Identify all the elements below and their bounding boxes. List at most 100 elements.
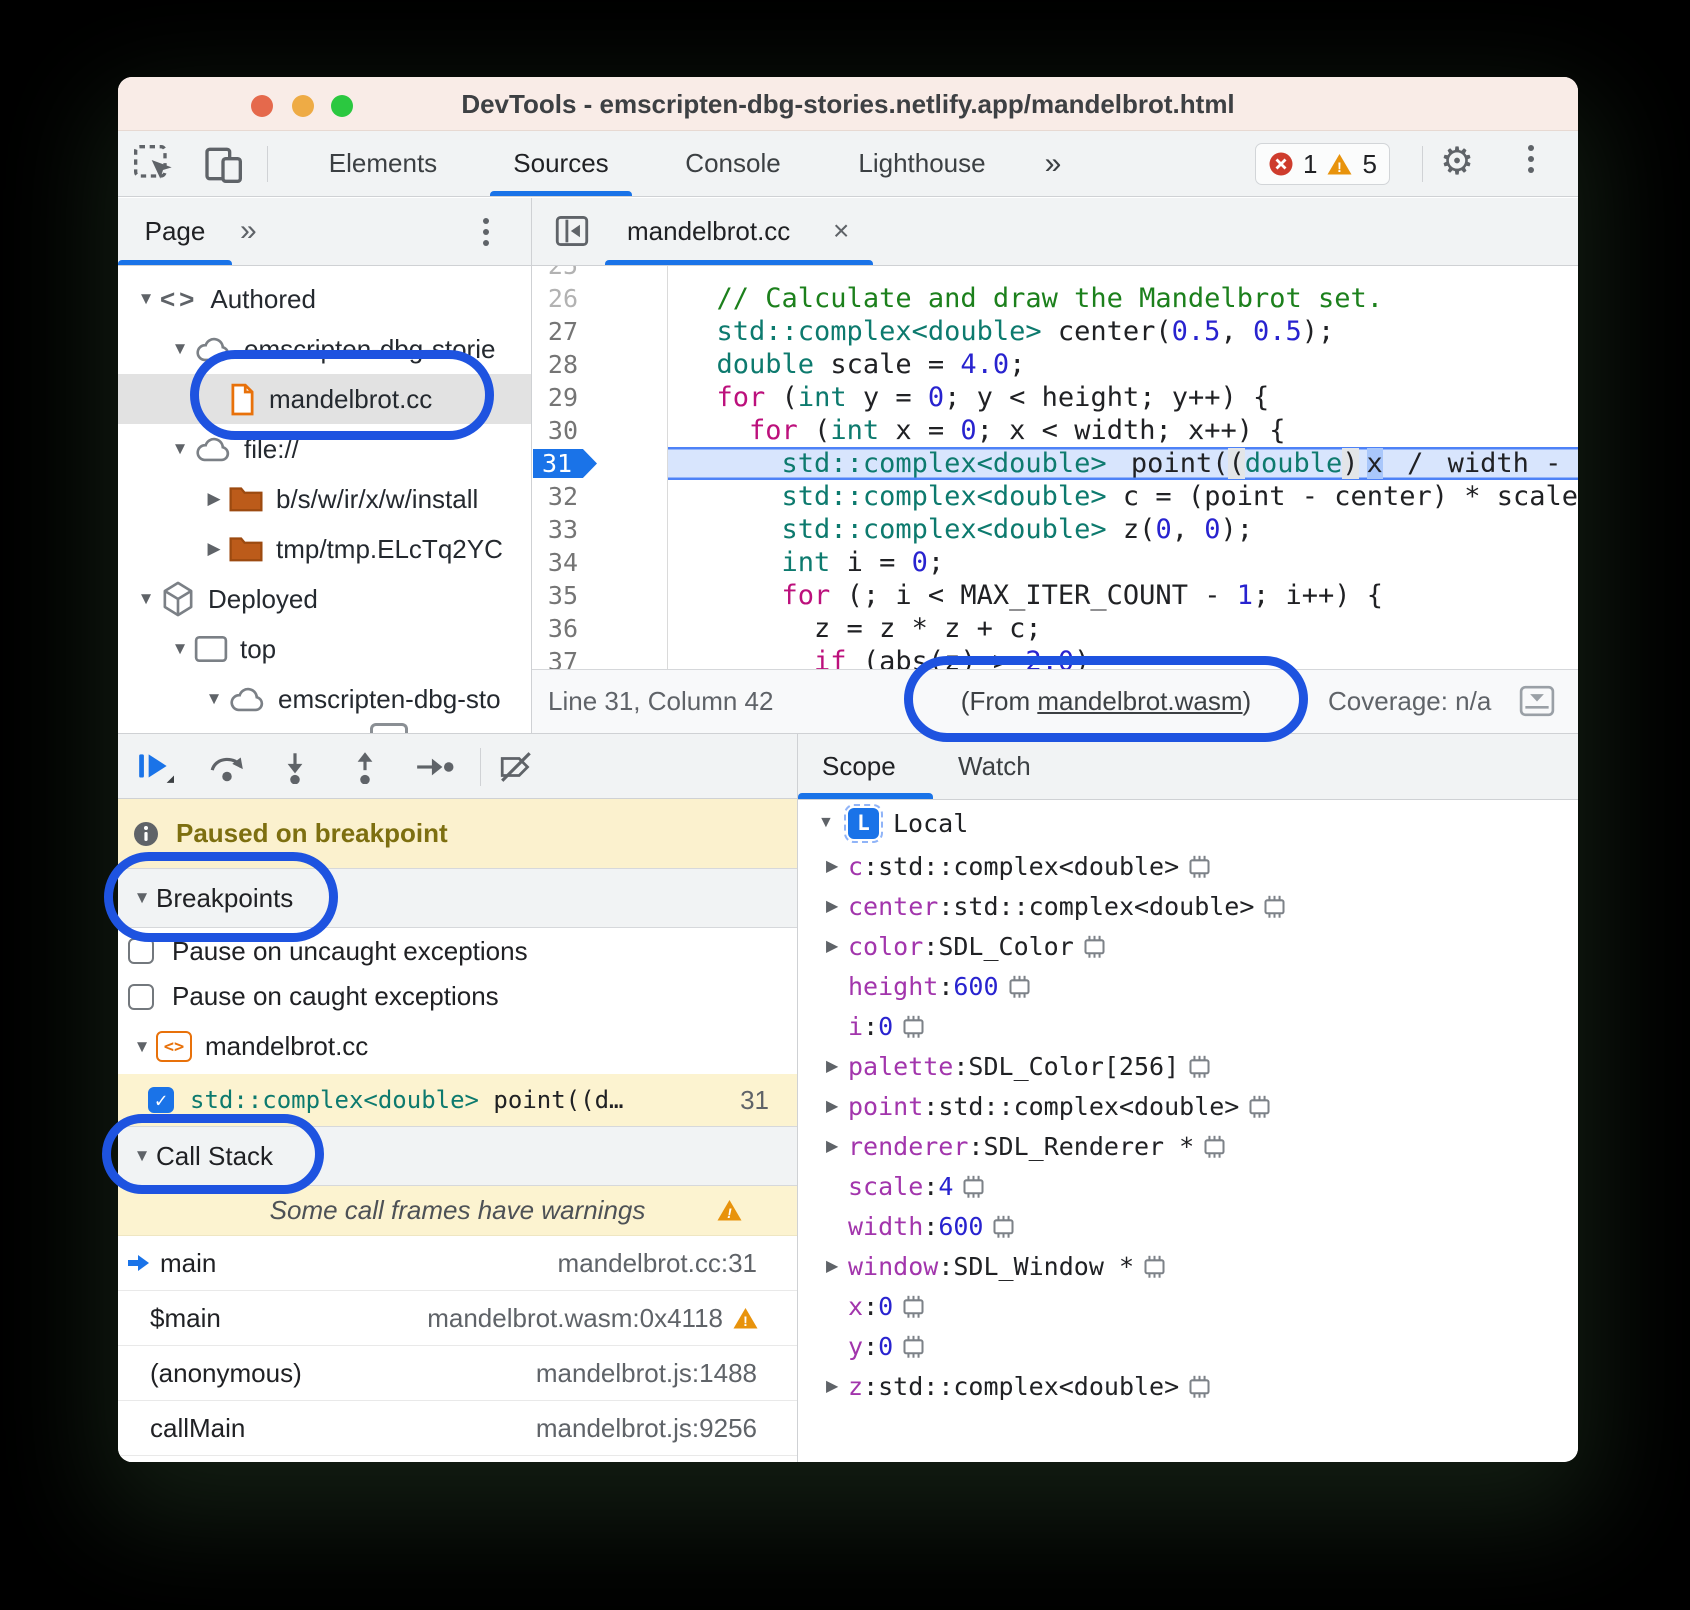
- line-number-gutter[interactable]: 35: [532, 579, 668, 612]
- traffic-light-close[interactable]: [251, 95, 273, 117]
- tree-item-frame-top[interactable]: ▼top: [118, 624, 531, 674]
- chevron-right-icon[interactable]: ▶: [200, 489, 228, 509]
- inspect-element-icon[interactable]: [133, 144, 177, 189]
- memory-inspector-icon[interactable]: [1261, 894, 1288, 919]
- code-editor[interactable]: 2526 // Calculate and draw the Mandelbro…: [532, 266, 1578, 669]
- scope-local-row[interactable]: ▼ L Local: [798, 800, 1578, 846]
- scope-variable-scale[interactable]: scale: 4: [798, 1166, 1578, 1206]
- tree-item-origin-emscripten[interactable]: ▼emscripten-dbg-storie: [118, 324, 531, 374]
- line-number-gutter[interactable]: 32: [532, 480, 668, 513]
- line-number[interactable]: 29: [532, 383, 578, 412]
- chevron-down-icon[interactable]: ▼: [166, 339, 194, 359]
- tree-item-authored[interactable]: ▼<>Authored: [118, 274, 531, 324]
- chevron-down-icon[interactable]: ▼: [128, 888, 156, 908]
- line-number-gutter[interactable]: 33: [532, 513, 668, 546]
- memory-inspector-icon[interactable]: [960, 1174, 987, 1199]
- line-number-gutter[interactable]: 25: [532, 266, 668, 282]
- line-number-gutter[interactable]: 28: [532, 348, 668, 381]
- breakpoint-file-group[interactable]: ▼ <> mandelbrot.cc: [118, 1019, 797, 1074]
- line-number[interactable]: 32: [532, 482, 578, 511]
- memory-inspector-icon[interactable]: [1081, 934, 1108, 959]
- line-number[interactable]: 25: [532, 266, 578, 280]
- scope-variable-c[interactable]: ▶c: std::complex<double>: [798, 846, 1578, 886]
- memory-inspector-icon[interactable]: [1006, 974, 1033, 999]
- memory-inspector-icon[interactable]: [990, 1214, 1017, 1239]
- chevron-down-icon[interactable]: ▼: [132, 589, 160, 609]
- scope-variable-width[interactable]: width: 600: [798, 1206, 1578, 1246]
- chevron-down-icon[interactable]: ▼: [166, 439, 194, 459]
- tab-watch[interactable]: Watch: [958, 734, 1031, 798]
- call-stack-frame-main[interactable]: mainmandelbrot.cc:31: [118, 1236, 797, 1291]
- scope-variable-point[interactable]: ▶point: std::complex<double>: [798, 1086, 1578, 1126]
- tab-scope[interactable]: Scope: [822, 734, 896, 798]
- chevron-right-icon[interactable]: ▶: [826, 1056, 848, 1076]
- pause-uncaught-exceptions-row[interactable]: Pause on uncaught exceptions: [118, 928, 797, 974]
- line-number[interactable]: 35: [532, 581, 578, 610]
- call-stack-section-header[interactable]: ▼ Call Stack: [118, 1126, 797, 1186]
- step-into-icon[interactable]: [276, 750, 314, 789]
- scope-variable-renderer[interactable]: ▶renderer: SDL_Renderer *: [798, 1126, 1578, 1166]
- tree-item-origin-file-scheme[interactable]: ▼file://: [118, 424, 531, 474]
- scope-variable-z[interactable]: ▶z: std::complex<double>: [798, 1366, 1578, 1406]
- scope-variable-y[interactable]: y: 0: [798, 1326, 1578, 1366]
- line-number-gutter[interactable]: 3131: [532, 447, 668, 480]
- call-stack-frame-main[interactable]: $mainmandelbrot.wasm:0x4118!: [118, 1291, 797, 1346]
- tree-item-folder-tmp[interactable]: ▶tmp/tmp.ELcTq2YC: [118, 524, 531, 574]
- line-number[interactable]: 28: [532, 350, 578, 379]
- more-navigator-tabs-icon[interactable]: »: [240, 198, 257, 264]
- line-number-gutter[interactable]: 37: [532, 645, 668, 669]
- tab-page[interactable]: Page: [118, 198, 232, 266]
- chevron-down-icon[interactable]: ▼: [166, 639, 194, 659]
- scope-variable-color[interactable]: ▶color: SDL_Color: [798, 926, 1578, 966]
- line-number[interactable]: 27: [532, 317, 578, 346]
- scope-variable-height[interactable]: height: 600: [798, 966, 1578, 1006]
- pause-uncaught-checkbox[interactable]: [128, 938, 154, 964]
- chevron-right-icon[interactable]: ▶: [826, 1256, 848, 1276]
- line-number-gutter[interactable]: 27: [532, 315, 668, 348]
- line-number-gutter[interactable]: 30: [532, 414, 668, 447]
- scope-variable-x[interactable]: x: 0: [798, 1286, 1578, 1326]
- memory-inspector-icon[interactable]: [900, 1294, 927, 1319]
- more-panels-icon[interactable]: »: [1023, 131, 1083, 196]
- deactivate-breakpoints-icon[interactable]: [498, 750, 536, 789]
- traffic-light-zoom[interactable]: [331, 95, 353, 117]
- traffic-light-minimize[interactable]: [292, 95, 314, 117]
- chevron-down-icon[interactable]: ▼: [132, 289, 160, 309]
- scope-variable-i[interactable]: i: 0: [798, 1006, 1578, 1046]
- line-number[interactable]: 33: [532, 515, 578, 544]
- chevron-down-icon[interactable]: ▼: [818, 814, 840, 832]
- tree-item-folder-install[interactable]: ▶b/s/w/ir/x/w/install: [118, 474, 531, 524]
- chevron-right-icon[interactable]: ▶: [826, 1136, 848, 1156]
- tree-item-file-mandelbrot-cc[interactable]: mandelbrot.cc: [118, 374, 531, 424]
- scope-variable-palette[interactable]: ▶palette: SDL_Color[256]: [798, 1046, 1578, 1086]
- navigator-menu-icon[interactable]: [483, 218, 489, 246]
- chevron-right-icon[interactable]: ▶: [200, 539, 228, 559]
- line-number-gutter[interactable]: 36: [532, 612, 668, 645]
- tab-sources[interactable]: Sources: [490, 131, 632, 196]
- step-out-icon[interactable]: [346, 750, 384, 789]
- chevron-right-icon[interactable]: ▶: [826, 896, 848, 916]
- close-tab-icon[interactable]: ×: [833, 198, 849, 264]
- memory-inspector-icon[interactable]: [1201, 1134, 1228, 1159]
- memory-inspector-icon[interactable]: [1141, 1254, 1168, 1279]
- memory-inspector-icon[interactable]: [1186, 1054, 1213, 1079]
- toggle-drawer-icon[interactable]: [1519, 685, 1555, 724]
- scope-variable-center[interactable]: ▶center: std::complex<double>: [798, 886, 1578, 926]
- chevron-down-icon[interactable]: ▼: [128, 1146, 156, 1166]
- breakpoint-entry[interactable]: ✓ std::complex<double> point((d… 31: [118, 1074, 797, 1126]
- tab-console[interactable]: Console: [668, 131, 798, 196]
- chevron-right-icon[interactable]: ▶: [826, 856, 848, 876]
- tab-lighthouse[interactable]: Lighthouse: [836, 131, 1008, 196]
- line-number[interactable]: 34: [532, 548, 578, 577]
- device-toolbar-icon[interactable]: [203, 144, 247, 189]
- line-number-gutter[interactable]: 26: [532, 282, 668, 315]
- step-over-icon[interactable]: [208, 750, 246, 789]
- memory-inspector-icon[interactable]: [1186, 1374, 1213, 1399]
- step-icon[interactable]: [414, 750, 454, 789]
- collapse-navigator-icon[interactable]: [555, 215, 589, 252]
- call-stack-frame-callMain[interactable]: callMainmandelbrot.js:9256: [118, 1401, 797, 1456]
- memory-inspector-icon[interactable]: [900, 1334, 927, 1359]
- line-number[interactable]: 30: [532, 416, 578, 445]
- tab-elements[interactable]: Elements: [308, 131, 458, 196]
- memory-inspector-icon[interactable]: [1246, 1094, 1273, 1119]
